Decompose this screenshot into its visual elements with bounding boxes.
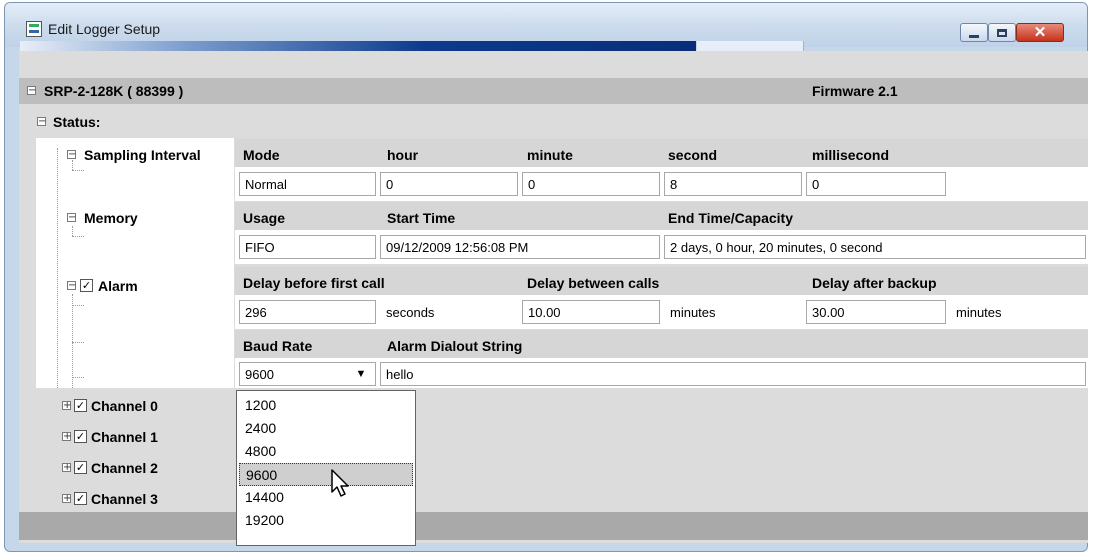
baud-rate-value: 9600	[245, 367, 274, 382]
minus-box-icon[interactable]: −	[37, 117, 46, 127]
status-bar	[19, 512, 1088, 540]
maximize-button[interactable]	[988, 23, 1016, 42]
close-icon: ✕	[1033, 24, 1047, 41]
second-field[interactable]: 8	[664, 172, 802, 196]
tree-line	[72, 377, 84, 378]
firmware-version: Firmware 2.1	[812, 83, 898, 99]
mouse-pointer-icon	[331, 469, 349, 497]
window-title: Edit Logger Setup	[48, 21, 161, 37]
title-gradient-strip	[20, 41, 696, 51]
tree-line	[72, 236, 84, 237]
alarm-label: Alarm	[98, 278, 138, 294]
tree-line	[72, 226, 73, 236]
baud-option-19200[interactable]: 19200	[239, 509, 413, 532]
title-strip-panel	[697, 41, 804, 51]
channel-0-checkbox[interactable]: ✓	[74, 399, 87, 412]
baud-option-9600[interactable]: 9600	[239, 463, 413, 486]
millisecond-header: millisecond	[812, 147, 890, 163]
app-icon	[26, 21, 42, 37]
maximize-icon	[997, 28, 1007, 37]
minus-box-icon[interactable]: −	[27, 86, 36, 96]
delay-first-field[interactable]: 296	[239, 300, 376, 324]
delay-between-header: Delay between calls	[527, 275, 660, 291]
baud-rate-header: Baud Rate	[243, 338, 313, 354]
channel-3-checkbox[interactable]: ✓	[74, 492, 87, 505]
start-time-header: Start Time	[387, 210, 456, 226]
delay-after-field[interactable]: 30.00	[806, 300, 946, 324]
baud-option-4800[interactable]: 4800	[239, 440, 413, 463]
baud-rate-dropdown[interactable]: 1200 2400 4800 9600 14400 19200	[236, 390, 416, 546]
tree-line	[57, 148, 58, 388]
minimize-icon	[969, 34, 979, 38]
end-time-field[interactable]: 2 days, 0 hour, 20 minutes, 0 second	[664, 235, 1086, 259]
delay-first-header: Delay before first call	[243, 275, 385, 291]
tree-line	[72, 305, 84, 306]
hour-field[interactable]: 0	[380, 172, 518, 196]
minimize-button[interactable]	[960, 23, 988, 42]
memory-label: Memory	[84, 210, 138, 226]
tree-panel	[36, 138, 234, 388]
baud-option-1200[interactable]: 1200	[239, 394, 413, 417]
channel-3-label: Channel 3	[91, 491, 158, 507]
minute-header: minute	[527, 147, 573, 163]
mode-field[interactable]: Normal	[239, 172, 376, 196]
hour-header: hour	[387, 147, 419, 163]
end-time-header: End Time/Capacity	[668, 210, 794, 226]
minus-box-icon[interactable]: −	[67, 281, 76, 291]
channel-2-checkbox[interactable]: ✓	[74, 461, 87, 474]
sampling-interval-label: Sampling Interval	[84, 147, 201, 163]
delay-after-header: Delay after backup	[812, 275, 937, 291]
tree-line	[72, 170, 84, 171]
minute-field[interactable]: 0	[522, 172, 660, 196]
second-header: second	[668, 147, 718, 163]
plus-box-icon[interactable]: +	[62, 432, 71, 442]
channel-1-checkbox[interactable]: ✓	[74, 430, 87, 443]
delay-first-unit: seconds	[380, 300, 518, 324]
tree-line	[72, 294, 73, 388]
tree-line	[72, 160, 73, 170]
delay-between-unit: minutes	[664, 300, 802, 324]
delay-after-unit: minutes	[950, 300, 1080, 324]
channel-2-label: Channel 2	[91, 460, 158, 476]
tree-line	[72, 342, 84, 343]
sampling-header-row	[235, 139, 1088, 167]
mode-header: Mode	[243, 147, 280, 163]
chevron-down-icon[interactable]: ▼	[351, 366, 371, 382]
minus-box-icon[interactable]: −	[67, 150, 76, 160]
usage-header: Usage	[243, 210, 286, 226]
usage-field[interactable]: FIFO	[239, 235, 376, 259]
baud-option-14400[interactable]: 14400	[239, 486, 413, 509]
device-name: SRP-2-128K ( 88399 )	[44, 83, 184, 99]
plus-box-icon[interactable]: +	[62, 401, 71, 411]
dialout-header: Alarm Dialout String	[387, 338, 523, 354]
minus-box-icon[interactable]: −	[67, 213, 76, 223]
dialout-string-field[interactable]: hello	[380, 362, 1086, 386]
millisecond-field[interactable]: 0	[806, 172, 946, 196]
alarm-checkbox[interactable]: ✓	[80, 279, 93, 292]
baud-header-row	[235, 330, 1088, 358]
start-time-field[interactable]: 09/12/2009 12:56:08 PM	[380, 235, 660, 259]
baud-option-2400[interactable]: 2400	[239, 417, 413, 440]
channel-1-label: Channel 1	[91, 429, 158, 445]
memory-header-row	[235, 202, 1088, 230]
plus-box-icon[interactable]: +	[62, 463, 71, 473]
plus-box-icon[interactable]: +	[62, 494, 71, 504]
status-label: Status:	[53, 114, 101, 130]
delay-between-field[interactable]: 10.00	[522, 300, 660, 324]
channel-0-label: Channel 0	[91, 398, 158, 414]
close-button[interactable]: ✕	[1016, 23, 1064, 42]
